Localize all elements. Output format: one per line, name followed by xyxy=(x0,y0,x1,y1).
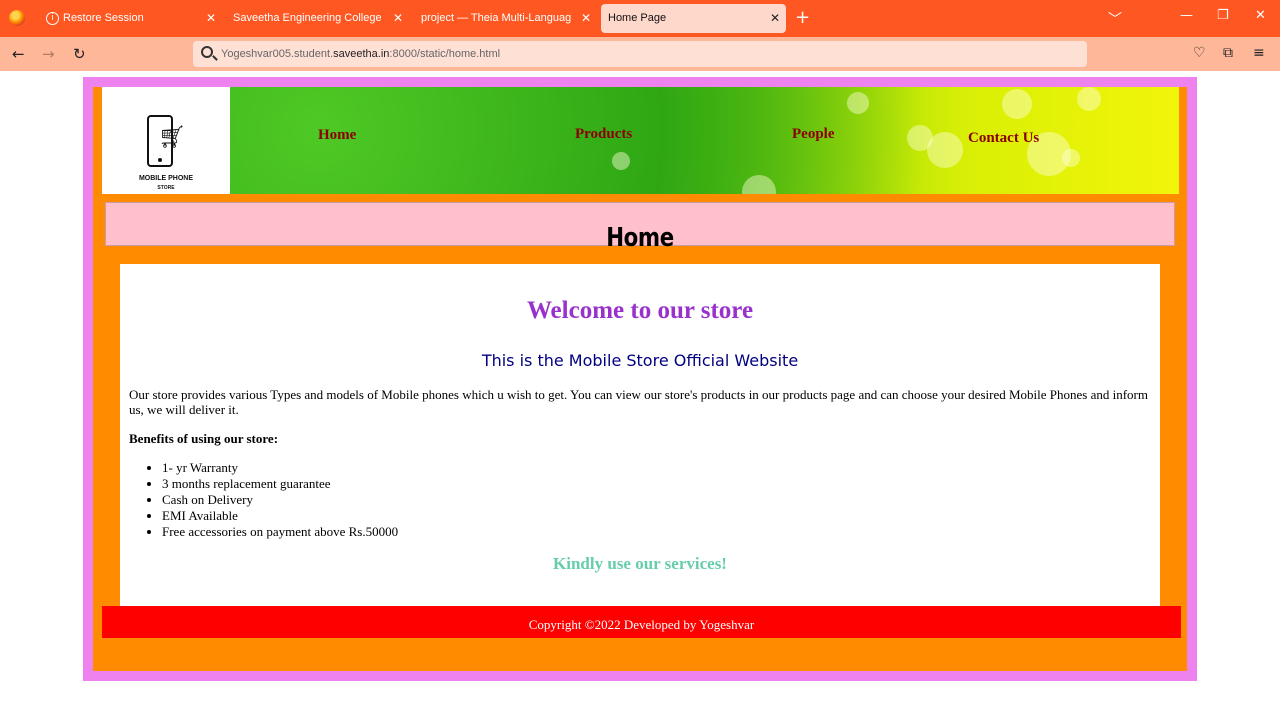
page-container: 🛒︎ MOBILE PHONE STORE Home Products Peop… xyxy=(93,87,1187,671)
page-frame: 🛒︎ MOBILE PHONE STORE Home Products Peop… xyxy=(83,77,1197,681)
pocket-icon[interactable]: ♡ xyxy=(1193,45,1206,61)
url-suffix: :8000/static/home.html xyxy=(389,48,501,60)
benefits-list: 1- yr Warranty 3 months replacement guar… xyxy=(162,460,398,540)
list-item: 1- yr Warranty xyxy=(162,460,398,476)
list-item: 3 months replacement guarantee xyxy=(162,476,398,492)
tab-label: project — Theia Multi-Language Ex xyxy=(421,12,571,24)
chevron-down-icon[interactable]: ﹀ xyxy=(1108,9,1122,29)
store-logo[interactable]: 🛒︎ MOBILE PHONE STORE xyxy=(102,87,230,194)
back-arrow-icon[interactable]: ← xyxy=(12,45,25,63)
shopping-cart-icon: 🛒︎ xyxy=(158,125,186,150)
bokeh-decoration xyxy=(742,175,776,194)
nav-link-products[interactable]: Products xyxy=(575,126,632,143)
subtitle-heading: This is the Mobile Store Official Websit… xyxy=(481,351,799,370)
benefits-heading: Benefits of using our store: xyxy=(129,431,279,446)
nav-link-home[interactable]: Home xyxy=(318,127,356,144)
tab-home-page[interactable]: Home Page ✕ xyxy=(601,4,786,33)
bokeh-decoration xyxy=(1077,87,1101,111)
window-close-button[interactable]: ✕ xyxy=(1255,8,1266,23)
nav-link-people[interactable]: People xyxy=(792,126,835,143)
address-bar[interactable]: Yogeshvar005.student.saveetha.in:8000/st… xyxy=(193,41,1087,67)
browser-nav-bar: ← → ↻ Yogeshvar005.student.saveetha.in:8… xyxy=(0,37,1280,71)
extensions-icon[interactable]: ⧉ xyxy=(1223,45,1233,61)
info-icon: i xyxy=(46,12,59,25)
url-domain: saveetha.in xyxy=(333,48,390,60)
intro-paragraph: Our store provides various Types and mod… xyxy=(129,387,1148,417)
page-title-band: Home xyxy=(105,202,1175,251)
bokeh-decoration xyxy=(927,132,963,168)
new-tab-button[interactable]: + xyxy=(795,8,810,28)
tab-theia-project[interactable]: project — Theia Multi-Language Ex ✕ xyxy=(421,4,597,33)
page-title: Home xyxy=(606,223,674,253)
url-prefix: Yogeshvar005.student. xyxy=(221,48,334,60)
main-content: Welcome to our store This is the Mobile … xyxy=(120,264,1160,607)
minimize-button[interactable]: — xyxy=(1180,8,1193,23)
logo-subtext: STORE xyxy=(157,185,175,191)
tab-label: Saveetha Engineering College xyxy=(233,12,382,24)
close-icon[interactable]: ✕ xyxy=(770,4,780,33)
firefox-icon[interactable] xyxy=(9,10,25,26)
tab-label: Restore Session xyxy=(63,12,144,24)
closing-message: Kindly use our services! xyxy=(553,554,727,573)
restore-button[interactable]: ❐ xyxy=(1217,8,1229,23)
tab-label: Home Page xyxy=(608,12,667,24)
site-footer: Copyright ©2022 Developed by Yogeshvar xyxy=(102,606,1181,638)
site-header: 🛒︎ MOBILE PHONE STORE Home Products Peop… xyxy=(102,87,1179,194)
forward-arrow-icon[interactable]: → xyxy=(42,45,55,63)
bokeh-decoration xyxy=(1062,149,1080,167)
browser-tab-bar: i Restore Session ✕ Saveetha Engineering… xyxy=(0,0,1280,37)
nav-link-contact-us[interactable]: Contact Us xyxy=(968,130,1039,147)
reload-icon[interactable]: ↻ xyxy=(73,45,86,63)
list-item: Free accessories on payment above Rs.500… xyxy=(162,524,398,540)
close-icon[interactable]: ✕ xyxy=(206,4,216,33)
bokeh-decoration xyxy=(612,152,630,170)
search-icon xyxy=(201,46,213,58)
logo-text: MOBILE PHONE xyxy=(138,175,194,182)
tab-saveetha[interactable]: Saveetha Engineering College ✕ xyxy=(233,4,409,33)
url-text[interactable]: Yogeshvar005.student.saveetha.in:8000/st… xyxy=(221,41,500,67)
list-item: EMI Available xyxy=(162,508,398,524)
list-item: Cash on Delivery xyxy=(162,492,398,508)
bokeh-decoration xyxy=(847,92,869,114)
close-icon[interactable]: ✕ xyxy=(393,4,403,33)
bokeh-decoration xyxy=(1002,89,1032,119)
tab-restore-session[interactable]: i Restore Session ✕ xyxy=(46,4,222,33)
close-icon[interactable]: ✕ xyxy=(581,4,591,33)
menu-icon[interactable]: ≡ xyxy=(1253,45,1265,61)
copyright-text: Copyright ©2022 Developed by Yogeshvar xyxy=(528,617,755,632)
welcome-heading: Welcome to our store xyxy=(526,297,754,324)
